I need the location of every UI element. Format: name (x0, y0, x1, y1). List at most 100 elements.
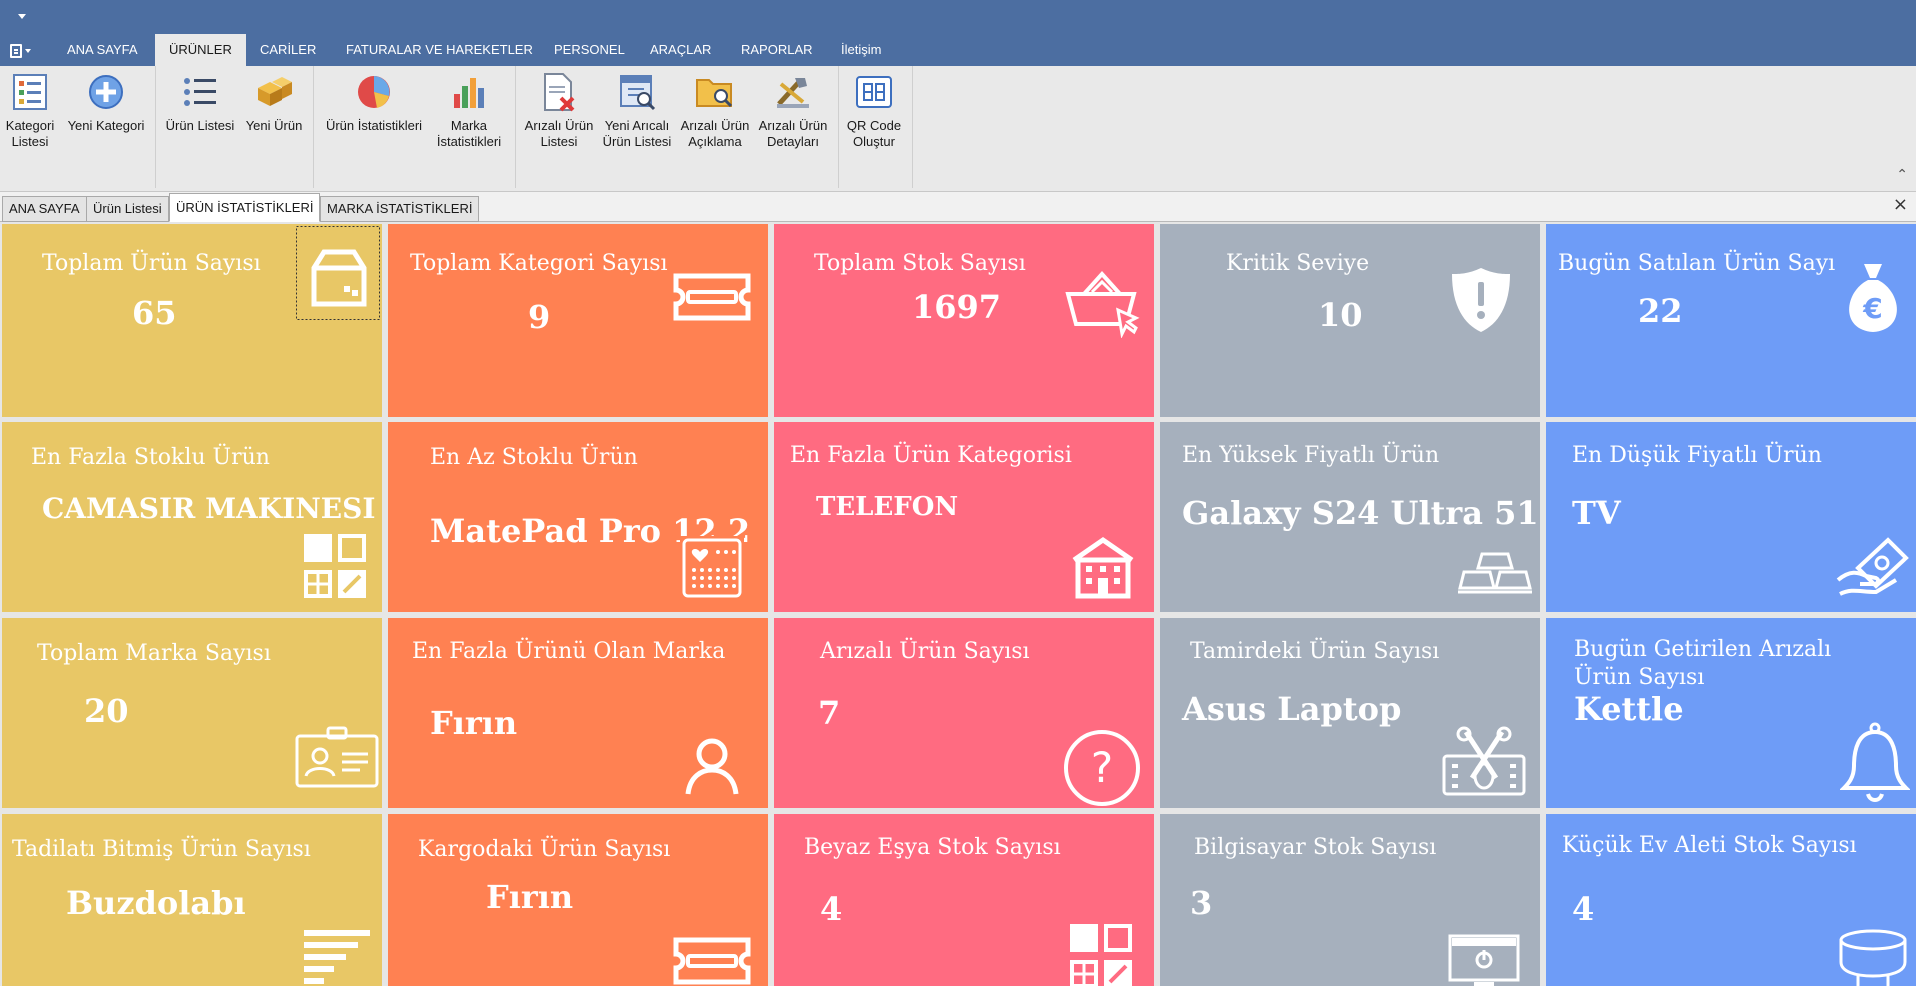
tile-total-products[interactable]: Toplam Ürün Sayısı 65 (2, 224, 382, 417)
product-list-button[interactable]: Ürün Listesi (162, 70, 238, 134)
product-statistics-label: Ürün İstatistikleri (325, 118, 423, 133)
statistics-tile-grid: Toplam Ürün Sayısı 65 Toplam Kategori Sa… (0, 222, 1916, 986)
faulty-product-description-label: Arızalı Ürün Açıklama (680, 118, 750, 149)
add-category-icon (86, 70, 126, 114)
tile-top-brand[interactable]: En Fazla Ürünü Olan Marka Fırın (388, 618, 768, 808)
tile-faulty-brought-today[interactable]: Bugün Getirilen Arızalı Ürün Sayısı Kett… (1546, 618, 1916, 808)
ribbon-tab-raporlar[interactable]: RAPORLAR (727, 34, 827, 66)
qr-code-icon (854, 70, 894, 114)
tile-title: Beyaz Eşya Stok Sayısı (804, 835, 1061, 860)
tile-value: 4 (1572, 890, 1595, 928)
ribbon-group-divider (515, 66, 516, 188)
new-category-label: Yeni Kategori (67, 118, 145, 133)
tile-in-repair[interactable]: Tamirdeki Ürün Sayısı Asus Laptop (1160, 618, 1540, 808)
doc-tab-urun-istatistikleri[interactable]: ÜRÜN İSTATİSTİKLERİ (169, 193, 321, 222)
tile-sold-today[interactable]: Bugün Satılan Ürün Sayı 22 € (1546, 224, 1916, 417)
tile-title: Bugün Getirilen Arızalı Ürün Sayısı (1574, 637, 1832, 690)
new-faulty-product-list-label: Yeni Arıcalı Ürün Listesi (602, 118, 672, 149)
tile-title: Arızalı Ürün Sayısı (820, 639, 1030, 664)
ribbon-collapse-icon[interactable]: ⌃ (1896, 167, 1908, 183)
tile-small-appliance-stock[interactable]: Küçük Ev Aleti Stok Sayısı 4 (1546, 814, 1916, 986)
ribbon-tab-cariler[interactable]: CARİLER (246, 34, 330, 66)
doc-tab-ana-sayfa[interactable]: ANA SAYFA (2, 196, 87, 222)
tile-title: En Düşük Fiyatlı Ürün (1572, 443, 1822, 468)
id-card-icon (294, 726, 380, 790)
brand-statistics-button[interactable]: Marka İstatistikleri (432, 70, 506, 150)
tile-value: 1697 (912, 288, 1002, 326)
new-product-label: Yeni Ürün (245, 118, 303, 133)
document-icon (10, 44, 22, 58)
ribbon-tab-faturalar[interactable]: FATURALAR VE HAREKETLER (332, 34, 547, 66)
tile-total-stock[interactable]: Toplam Stok Sayısı 1697 (774, 224, 1154, 417)
tile-total-categories[interactable]: Toplam Kategori Sayısı 9 (388, 224, 768, 417)
product-statistics-button[interactable]: Ürün İstatistikleri (320, 70, 428, 134)
tile-value: 65 (132, 294, 177, 332)
ribbon-tab-personel[interactable]: PERSONEL (540, 34, 639, 66)
close-tab-icon[interactable]: × (1893, 194, 1908, 215)
tile-value: 4 (820, 890, 843, 928)
bell-icon (1839, 722, 1911, 804)
tile-value: CAMASIR MAKINESI (42, 492, 376, 525)
chevron-down-icon (25, 49, 31, 53)
bar-chart-icon (449, 70, 489, 114)
question-icon: ? (1062, 728, 1142, 808)
tile-title: En Yüksek Fiyatlı Ürün (1182, 443, 1440, 468)
ticket-icon (670, 272, 754, 322)
tile-highest-price-product[interactable]: En Yüksek Fiyatlı Ürün Galaxy S24 Ultra … (1160, 422, 1540, 612)
tile-least-stocked-product[interactable]: En Az Stoklu Ürün MatePad Pro 12.2 (388, 422, 768, 612)
ribbon-tab-urunler[interactable]: ÜRÜNLER (155, 34, 246, 66)
tile-title: Tamirdeki Ürün Sayısı (1190, 639, 1440, 664)
faulty-product-list-label: Arızalı Ürün Listesi (524, 118, 594, 149)
category-list-button[interactable]: Kategori Listesi (2, 70, 58, 150)
ribbon-tab-iletisim[interactable]: İletişim (827, 34, 895, 66)
gold-bars-icon (1456, 550, 1534, 594)
new-category-button[interactable]: Yeni Kategori (64, 70, 148, 134)
svg-text:€: € (1862, 292, 1882, 325)
monitor-icon (1446, 932, 1522, 986)
faulty-product-list-button[interactable]: Arızalı Ürün Listesi (520, 70, 598, 150)
box-icon (296, 226, 380, 342)
tile-top-category[interactable]: En Fazla Ürün Kategorisi TELEFON (774, 422, 1154, 612)
ticket-icon (670, 936, 754, 986)
tile-value: Buzdolabı (66, 884, 246, 922)
tile-total-brands[interactable]: Toplam Marka Sayısı 20 (2, 618, 382, 808)
create-qr-code-button[interactable]: QR Code Oluştur (842, 70, 906, 150)
tile-renovation-finished[interactable]: Tadilatı Bitmiş Ürün Sayısı Buzdolabı (2, 814, 382, 986)
appliance-icon (1838, 928, 1908, 986)
tile-value: 20 (84, 692, 129, 730)
tile-in-cargo[interactable]: Kargodaki Ürün Sayısı Fırın (388, 814, 768, 986)
ribbon-group-divider (912, 66, 913, 188)
tile-value: Fırın (486, 878, 574, 916)
user-icon (684, 736, 740, 796)
tile-faulty-products[interactable]: Arızalı Ürün Sayısı 7 ? (774, 618, 1154, 808)
ribbon-tab-araclar[interactable]: ARAÇLAR (636, 34, 725, 66)
text-lines-icon (302, 928, 372, 986)
basket-icon (1064, 268, 1140, 339)
tile-lowest-price-product[interactable]: En Düşük Fiyatlı Ürün TV (1546, 422, 1916, 612)
quick-access-dropdown-icon[interactable] (18, 14, 26, 19)
new-product-button[interactable]: Yeni Ürün (242, 70, 306, 134)
new-faulty-list-icon (617, 70, 657, 114)
tile-white-goods-stock[interactable]: Beyaz Eşya Stok Sayısı 4 (774, 814, 1154, 986)
tile-critical-level[interactable]: Kritik Seviye 10 (1160, 224, 1540, 417)
tile-title: Toplam Kategori Sayısı (410, 251, 668, 276)
tile-value: Asus Laptop (1182, 690, 1402, 728)
faulty-product-description-button[interactable]: Arızalı Ürün Açıklama (676, 70, 754, 150)
tile-computer-stock[interactable]: Bilgisayar Stok Sayısı 3 (1160, 814, 1540, 986)
doc-tab-marka-istatistikleri[interactable]: MARKA İSTATİSTİKLERİ (320, 196, 480, 222)
ribbon-tab-ana-sayfa[interactable]: ANA SAYFA (53, 34, 152, 66)
brand-statistics-label: Marka İstatistikleri (436, 118, 502, 149)
tile-most-stocked-product[interactable]: En Fazla Stoklu Ürün CAMASIR MAKINESI (2, 422, 382, 612)
faulty-list-icon (539, 70, 579, 114)
faulty-product-details-button[interactable]: Arızalı Ürün Detayları (754, 70, 832, 150)
doc-tab-urun-listesi[interactable]: Ürün Listesi (86, 196, 169, 222)
tile-title: Toplam Ürün Sayısı (42, 251, 261, 276)
product-list-icon (180, 70, 220, 114)
hand-money-icon (1836, 534, 1910, 598)
repair-icon (1440, 726, 1528, 798)
building-icon (1070, 536, 1136, 600)
faulty-product-details-label: Arızalı Ürün Detayları (758, 118, 828, 149)
pie-chart-icon (354, 70, 394, 114)
new-faulty-product-list-button[interactable]: Yeni Arıcalı Ürün Listesi (598, 70, 676, 150)
app-menu-button[interactable] (10, 41, 38, 61)
